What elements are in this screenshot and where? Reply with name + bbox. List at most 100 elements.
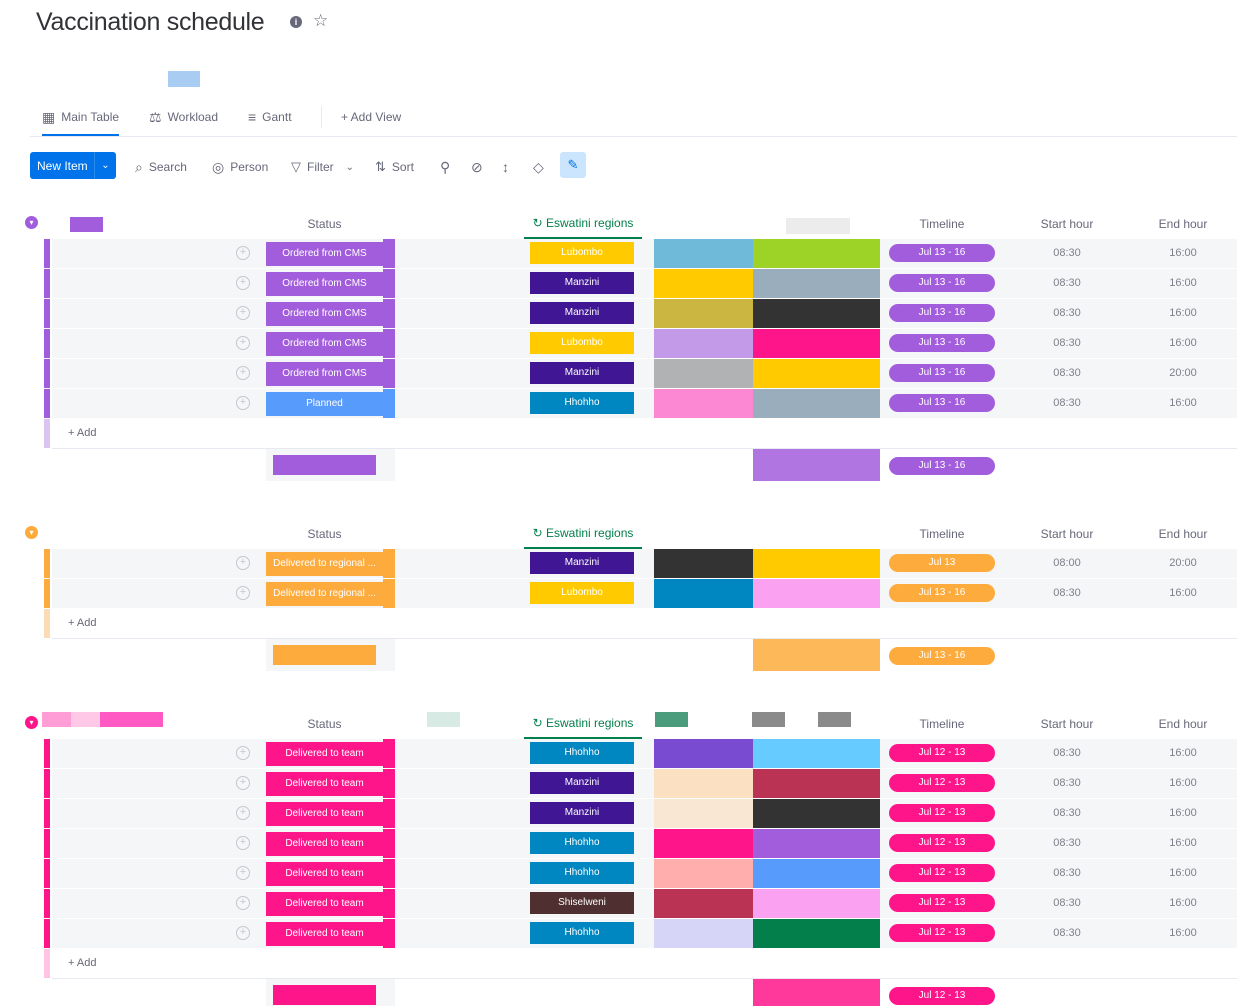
start-hour[interactable]: 08:30 bbox=[1037, 837, 1097, 849]
tab-workload[interactable]: ⚖ Workload bbox=[149, 108, 218, 126]
color-cell[interactable] bbox=[753, 329, 880, 358]
column-header-end[interactable]: End hour bbox=[1153, 717, 1213, 731]
tab-main-table[interactable]: ▦ Main Table bbox=[42, 108, 120, 136]
add-person-icon[interactable]: + bbox=[236, 246, 250, 260]
column-header-end[interactable]: End hour bbox=[1153, 217, 1213, 231]
region-tag[interactable]: Hhohho bbox=[530, 922, 634, 944]
color-cell[interactable] bbox=[654, 549, 753, 578]
status-pill[interactable]: Ordered from CMS bbox=[266, 272, 383, 296]
column-header-regions[interactable]: ↻ Eswatini regions bbox=[524, 216, 642, 239]
column-header-block[interactable] bbox=[818, 712, 851, 727]
status-pill[interactable]: Delivered to team bbox=[266, 802, 383, 826]
region-tag[interactable]: Lubombo bbox=[530, 242, 634, 264]
region-tag[interactable]: Hhohho bbox=[530, 392, 634, 414]
column-header-status[interactable]: Status bbox=[266, 527, 383, 541]
add-person-icon[interactable]: + bbox=[236, 276, 250, 290]
color-cell[interactable] bbox=[753, 769, 880, 798]
status-pill[interactable]: Ordered from CMS bbox=[266, 362, 383, 386]
color-cell[interactable] bbox=[654, 739, 753, 768]
end-hour[interactable]: 16:00 bbox=[1153, 837, 1213, 849]
start-hour[interactable]: 08:30 bbox=[1037, 807, 1097, 819]
color-cell[interactable] bbox=[753, 579, 880, 608]
end-hour[interactable]: 16:00 bbox=[1153, 747, 1213, 759]
column-header-block[interactable] bbox=[427, 712, 460, 727]
start-hour[interactable]: 08:30 bbox=[1037, 927, 1097, 939]
add-person-icon[interactable]: + bbox=[236, 896, 250, 910]
status-pill[interactable]: Ordered from CMS bbox=[266, 332, 383, 356]
region-tag[interactable]: Manzini bbox=[530, 362, 634, 384]
add-person-icon[interactable]: + bbox=[236, 336, 250, 350]
start-hour[interactable]: 08:30 bbox=[1037, 277, 1097, 289]
column-header-regions[interactable]: ↻ Eswatini regions bbox=[524, 716, 642, 739]
end-hour[interactable]: 16:00 bbox=[1153, 277, 1213, 289]
status-pill[interactable]: Delivered to team bbox=[266, 772, 383, 796]
region-tag[interactable]: Shiselweni bbox=[530, 892, 634, 914]
color-cell[interactable] bbox=[654, 919, 753, 948]
group-collapse-icon[interactable]: ▾ bbox=[25, 716, 38, 729]
start-hour[interactable]: 08:30 bbox=[1037, 307, 1097, 319]
end-hour[interactable]: 16:00 bbox=[1153, 927, 1213, 939]
timeline-pill[interactable]: Jul 12 - 13 bbox=[889, 744, 995, 762]
timeline-pill[interactable]: Jul 13 - 16 bbox=[889, 584, 995, 602]
add-view-button[interactable]: + Add View bbox=[341, 108, 401, 126]
add-person-icon[interactable]: + bbox=[236, 556, 250, 570]
color-cell[interactable] bbox=[654, 889, 753, 918]
end-hour[interactable]: 16:00 bbox=[1153, 587, 1213, 599]
column-header-block[interactable] bbox=[786, 218, 850, 234]
info-icon[interactable]: i bbox=[290, 16, 302, 28]
start-hour[interactable]: 08:30 bbox=[1037, 867, 1097, 879]
add-person-icon[interactable]: + bbox=[236, 866, 250, 880]
add-person-icon[interactable]: + bbox=[236, 306, 250, 320]
end-hour[interactable]: 20:00 bbox=[1153, 367, 1213, 379]
color-cell[interactable] bbox=[753, 299, 880, 328]
region-tag[interactable]: Lubombo bbox=[530, 582, 634, 604]
region-tag[interactable]: Hhohho bbox=[530, 742, 634, 764]
color-cell[interactable] bbox=[753, 829, 880, 858]
color-cell[interactable] bbox=[654, 829, 753, 858]
status-pill[interactable]: Planned bbox=[266, 392, 383, 416]
color-cell[interactable] bbox=[654, 269, 753, 298]
end-hour[interactable]: 16:00 bbox=[1153, 777, 1213, 789]
column-header-timeline[interactable]: Timeline bbox=[888, 717, 996, 731]
start-hour[interactable]: 08:30 bbox=[1037, 337, 1097, 349]
add-person-icon[interactable]: + bbox=[236, 806, 250, 820]
region-tag[interactable]: Manzini bbox=[530, 772, 634, 794]
end-hour[interactable]: 16:00 bbox=[1153, 247, 1213, 259]
color-cell[interactable] bbox=[753, 889, 880, 918]
timeline-pill[interactable]: Jul 13 - 16 bbox=[889, 364, 995, 382]
status-pill[interactable]: Delivered to regional ... bbox=[266, 552, 383, 576]
status-pill[interactable]: Delivered to team bbox=[266, 922, 383, 946]
column-header-start[interactable]: Start hour bbox=[1037, 217, 1097, 231]
add-person-icon[interactable]: + bbox=[236, 746, 250, 760]
column-header-block[interactable] bbox=[752, 712, 785, 727]
status-pill[interactable]: Delivered to regional ... bbox=[266, 582, 383, 606]
chevron-down-icon[interactable]: ⌄ bbox=[94, 152, 116, 179]
column-header-status[interactable]: Status bbox=[266, 717, 383, 731]
status-pill[interactable]: Delivered to team bbox=[266, 742, 383, 766]
search-button[interactable]: ⌕ Search bbox=[135, 155, 187, 179]
region-tag[interactable]: Manzini bbox=[530, 302, 634, 324]
timeline-pill[interactable]: Jul 13 - 16 bbox=[889, 274, 995, 292]
start-hour[interactable]: 08:30 bbox=[1037, 247, 1097, 259]
status-pill[interactable]: Delivered to team bbox=[266, 832, 383, 856]
start-hour[interactable]: 08:30 bbox=[1037, 367, 1097, 379]
color-cell[interactable] bbox=[753, 549, 880, 578]
timeline-pill[interactable]: Jul 13 - 16 bbox=[889, 244, 995, 262]
add-person-icon[interactable]: + bbox=[236, 836, 250, 850]
timeline-pill[interactable]: Jul 13 - 16 bbox=[889, 304, 995, 322]
start-hour[interactable]: 08:30 bbox=[1037, 587, 1097, 599]
add-item-link[interactable]: + Add bbox=[68, 617, 96, 629]
color-cell[interactable] bbox=[654, 859, 753, 888]
timeline-pill[interactable]: Jul 12 - 13 bbox=[889, 834, 995, 852]
status-pill[interactable]: Delivered to team bbox=[266, 892, 383, 916]
add-person-icon[interactable]: + bbox=[236, 366, 250, 380]
color-cell[interactable] bbox=[654, 239, 753, 268]
timeline-pill[interactable]: Jul 12 - 13 bbox=[889, 774, 995, 792]
timeline-pill[interactable]: Jul 13 bbox=[889, 554, 995, 572]
color-cell[interactable] bbox=[753, 359, 880, 388]
column-header-timeline[interactable]: Timeline bbox=[888, 217, 996, 231]
color-cell[interactable] bbox=[753, 799, 880, 828]
start-hour[interactable]: 08:30 bbox=[1037, 897, 1097, 909]
region-tag[interactable]: Manzini bbox=[530, 802, 634, 824]
end-hour[interactable]: 20:00 bbox=[1153, 557, 1213, 569]
